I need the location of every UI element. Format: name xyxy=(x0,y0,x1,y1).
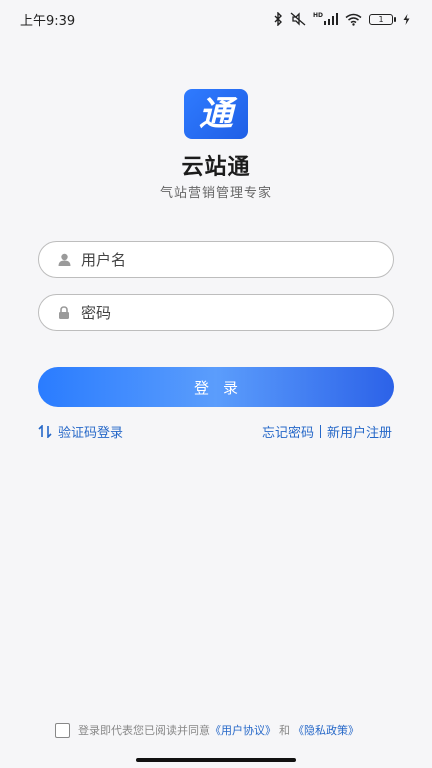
register-link[interactable]: 新用户注册 xyxy=(327,422,392,441)
battery-icon: 1 xyxy=(369,13,396,25)
status-time: 上午9:39 xyxy=(20,13,76,29)
user-icon xyxy=(57,253,71,267)
hd-signal-icon: HD xyxy=(313,13,338,25)
app-slogan: 气站营销管理专家 xyxy=(159,186,272,201)
wifi-icon xyxy=(345,13,362,26)
swap-icon xyxy=(38,425,52,438)
account-links: 忘记密码 新用户注册 xyxy=(262,422,392,441)
link-divider xyxy=(319,425,321,438)
battery-level: 1 xyxy=(369,13,393,25)
charging-icon xyxy=(403,13,410,25)
status-bar: 上午9:39 HD 1 xyxy=(0,0,432,38)
bluetooth-icon xyxy=(274,12,282,26)
sms-login-link[interactable]: 验证码登录 xyxy=(38,422,123,441)
sms-login-label: 验证码登录 xyxy=(58,426,124,441)
silent-icon xyxy=(290,12,306,26)
privacy-policy-link[interactable]: 《隐私政策》 xyxy=(293,722,359,738)
tong-logo-icon: 通 xyxy=(199,94,233,134)
user-agreement-link[interactable]: 《用户协议》 xyxy=(210,722,276,738)
lock-icon xyxy=(57,306,71,320)
agreement-checkbox[interactable] xyxy=(55,722,70,738)
password-field[interactable] xyxy=(38,294,394,331)
agreement-and: 和 xyxy=(279,724,290,737)
app-logo: 通 xyxy=(184,89,248,139)
agreement-text: 登录即代表您已阅读并同意 xyxy=(78,724,210,737)
hd-label: HD xyxy=(312,12,323,19)
agreement-row: 登录即代表您已阅读并同意 《用户协议》 和 《隐私政策》 xyxy=(55,722,359,738)
status-icons: HD 1 xyxy=(273,12,410,26)
forgot-password-link[interactable]: 忘记密码 xyxy=(262,422,314,441)
home-indicator[interactable] xyxy=(136,758,296,762)
login-button[interactable]: 登录 xyxy=(38,367,394,407)
username-field[interactable] xyxy=(38,241,394,278)
password-input[interactable] xyxy=(81,303,371,322)
app-name: 云站通 xyxy=(181,155,251,180)
username-input[interactable] xyxy=(81,250,371,269)
